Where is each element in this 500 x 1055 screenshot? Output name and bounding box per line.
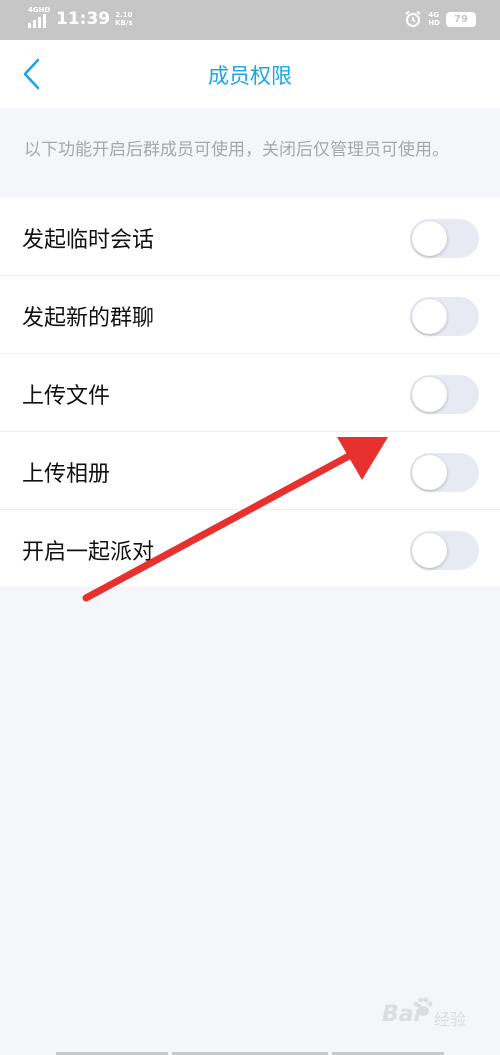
baidu-watermark: Bai 经验 (382, 996, 492, 1036)
paw-icon (413, 997, 433, 1016)
watermark-text: 经验 (434, 1010, 467, 1029)
annotation-arrow-icon (82, 437, 388, 602)
